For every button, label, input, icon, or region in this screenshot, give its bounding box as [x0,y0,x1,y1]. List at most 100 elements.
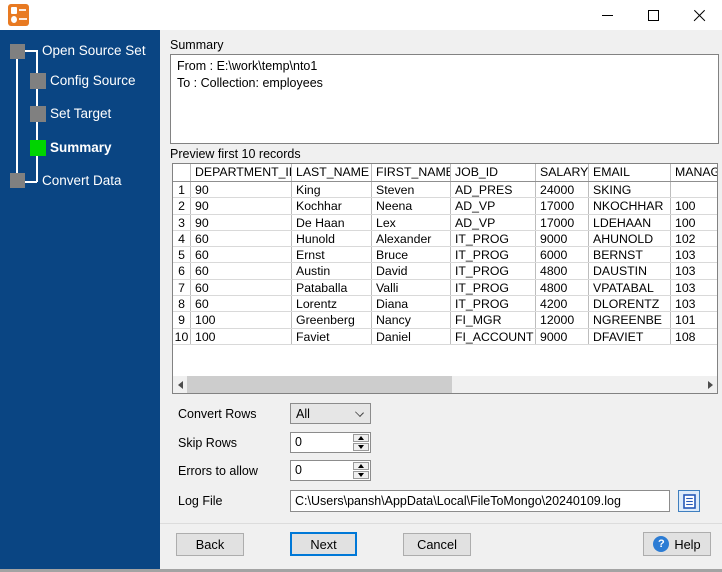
log-file-input[interactable] [290,490,670,512]
table-cell: DLORENTZ [589,296,671,312]
table-cell: 4200 [536,296,589,312]
table-row[interactable]: 9 100 Greenberg Nancy FI_MGR 12000 NGREENBE 101 [173,312,717,329]
log-file-label: Log File [178,494,223,508]
table-row[interactable]: 3 90 De Haan Lex AD_VP 17000 LDEHAAN 100 [173,214,717,231]
minimize-button[interactable] [584,0,630,30]
table-cell: Austin [292,263,372,279]
scrollbar-thumb[interactable] [187,376,452,393]
table-cell: 60 [191,279,292,296]
log-file-browse-button[interactable] [678,490,700,512]
table-cell: David [372,263,451,279]
row-number-cell: 5 [173,247,191,263]
close-icon [693,9,706,22]
table-cell: Hunold [292,230,372,247]
errors-to-allow-value: 0 [295,463,302,477]
skip-rows-label: Skip Rows [178,436,238,450]
convert-rows-value: All [296,406,310,421]
column-header[interactable]: DEPARTMENT_ID [191,164,292,181]
skip-rows-stepper[interactable]: 0 [290,432,371,453]
table-cell: Alexander [372,230,451,247]
table-cell: Daniel [372,328,451,344]
convert-rows-select[interactable]: All [290,403,371,424]
skip-rows-decrement-button[interactable] [353,443,369,451]
table-cell: Ernst [292,247,372,263]
column-header[interactable]: FIRST_NAME [372,164,451,181]
table-cell: NKOCHHAR [589,198,671,214]
step-connector-line [25,50,37,52]
document-icon [682,493,696,509]
next-button[interactable]: Next [290,532,357,556]
row-number-cell: 1 [173,182,191,198]
table-cell: 12000 [536,312,589,328]
table-row[interactable]: 7 60 Pataballa Valli IT_PROG 4800 VPATABAL 103 [173,279,717,297]
maximize-button[interactable] [630,0,676,30]
table-cell: IT_PROG [451,247,536,263]
preview-section-label: Preview first 10 records [170,147,301,161]
column-header[interactable]: SALARY [536,164,589,181]
horizontal-scrollbar[interactable] [173,376,717,393]
table-cell: 4800 [536,263,589,279]
table-cell: 9000 [536,230,589,247]
skip-rows-increment-button[interactable] [353,434,369,442]
arrow-up-icon [358,436,364,440]
table-cell: Pataballa [292,279,372,296]
table-cell: 108 [675,329,696,344]
table-cell: 100 [191,312,292,328]
column-header[interactable]: LAST_NAME [292,164,372,181]
step-connector-line [25,181,37,183]
table-row[interactable]: 10 100 Faviet Daniel FI_ACCOUNT 9000 DFAVIET 10… [173,328,717,345]
step-connector-line [16,59,18,173]
table-cell: SKING [589,182,671,198]
summary-text-box[interactable]: From : E:\work\temp\nto1 To : Collection… [170,54,719,144]
help-button[interactable]: ? Help [643,532,711,556]
scroll-right-button[interactable] [703,376,717,393]
table-cell: 103 [675,280,696,295]
convert-rows-label: Convert Rows [178,407,257,421]
row-number-cell: 7 [173,279,191,296]
table-cell: DFAVIET [589,328,671,344]
table-cell: 90 [191,198,292,214]
table-row[interactable]: 2 90 Kochhar Neena AD_VP 17000 NKOCHHAR 100 [173,198,717,215]
table-row[interactable]: 6 60 Austin David IT_PROG 4800 DAUSTIN 103 [173,263,717,280]
table-cell: Lorentz [292,296,372,312]
help-icon: ? [653,536,670,552]
cancel-button[interactable]: Cancel [403,533,471,556]
table-cell: 17000 [536,198,589,214]
errors-increment-button[interactable] [353,462,369,470]
minimize-icon [601,14,613,16]
errors-to-allow-stepper[interactable]: 0 [290,460,371,481]
summary-from-line: From : E:\work\temp\nto1 [177,59,318,73]
close-button[interactable] [676,0,722,30]
table-cell: 4800 [536,279,589,296]
row-number-header[interactable] [173,164,191,181]
back-button[interactable]: Back [176,533,244,556]
errors-decrement-button[interactable] [353,471,369,479]
arrow-up-icon [358,464,364,468]
scroll-left-button[interactable] [173,376,187,393]
scroll-left-icon [177,380,183,389]
scroll-right-icon [707,380,713,389]
table-cell: FI_MGR [451,312,536,328]
table-cell: Lex [372,214,451,230]
sidebar-item-open-source-set: Open Source Set [42,43,146,58]
skip-rows-value: 0 [295,435,302,449]
table-row[interactable]: 8 60 Lorentz Diana IT_PROG 4200 DLORENTZ 103 [173,296,717,313]
table-cell: 60 [191,247,292,263]
table-row[interactable]: 4 60 Hunold Alexander IT_PROG 9000 AHUNOLD 102 [173,230,717,248]
preview-table-body: 1 90 King Steven AD_PRES 24000 SKING 2 90 Kochhar… [173,182,717,345]
column-header[interactable]: JOB_ID [451,164,536,181]
column-header[interactable]: MANAG [671,164,717,181]
table-cell: 60 [191,296,292,312]
table-cell: Steven [372,182,451,198]
table-cell: IT_PROG [451,296,536,312]
step-box-convert-data [10,173,25,188]
table-row[interactable]: 1 90 King Steven AD_PRES 24000 SKING [173,182,717,199]
table-cell: FI_ACCOUNT [451,328,536,344]
table-cell: Diana [372,296,451,312]
column-header[interactable]: EMAIL [589,164,671,181]
row-number-cell: 2 [173,198,191,214]
app-icon [8,4,29,26]
step-box-open-source-set [10,44,25,59]
sidebar-item-convert-data: Convert Data [42,173,122,188]
table-row[interactable]: 5 60 Ernst Bruce IT_PROG 6000 BERNST 103 [173,247,717,264]
